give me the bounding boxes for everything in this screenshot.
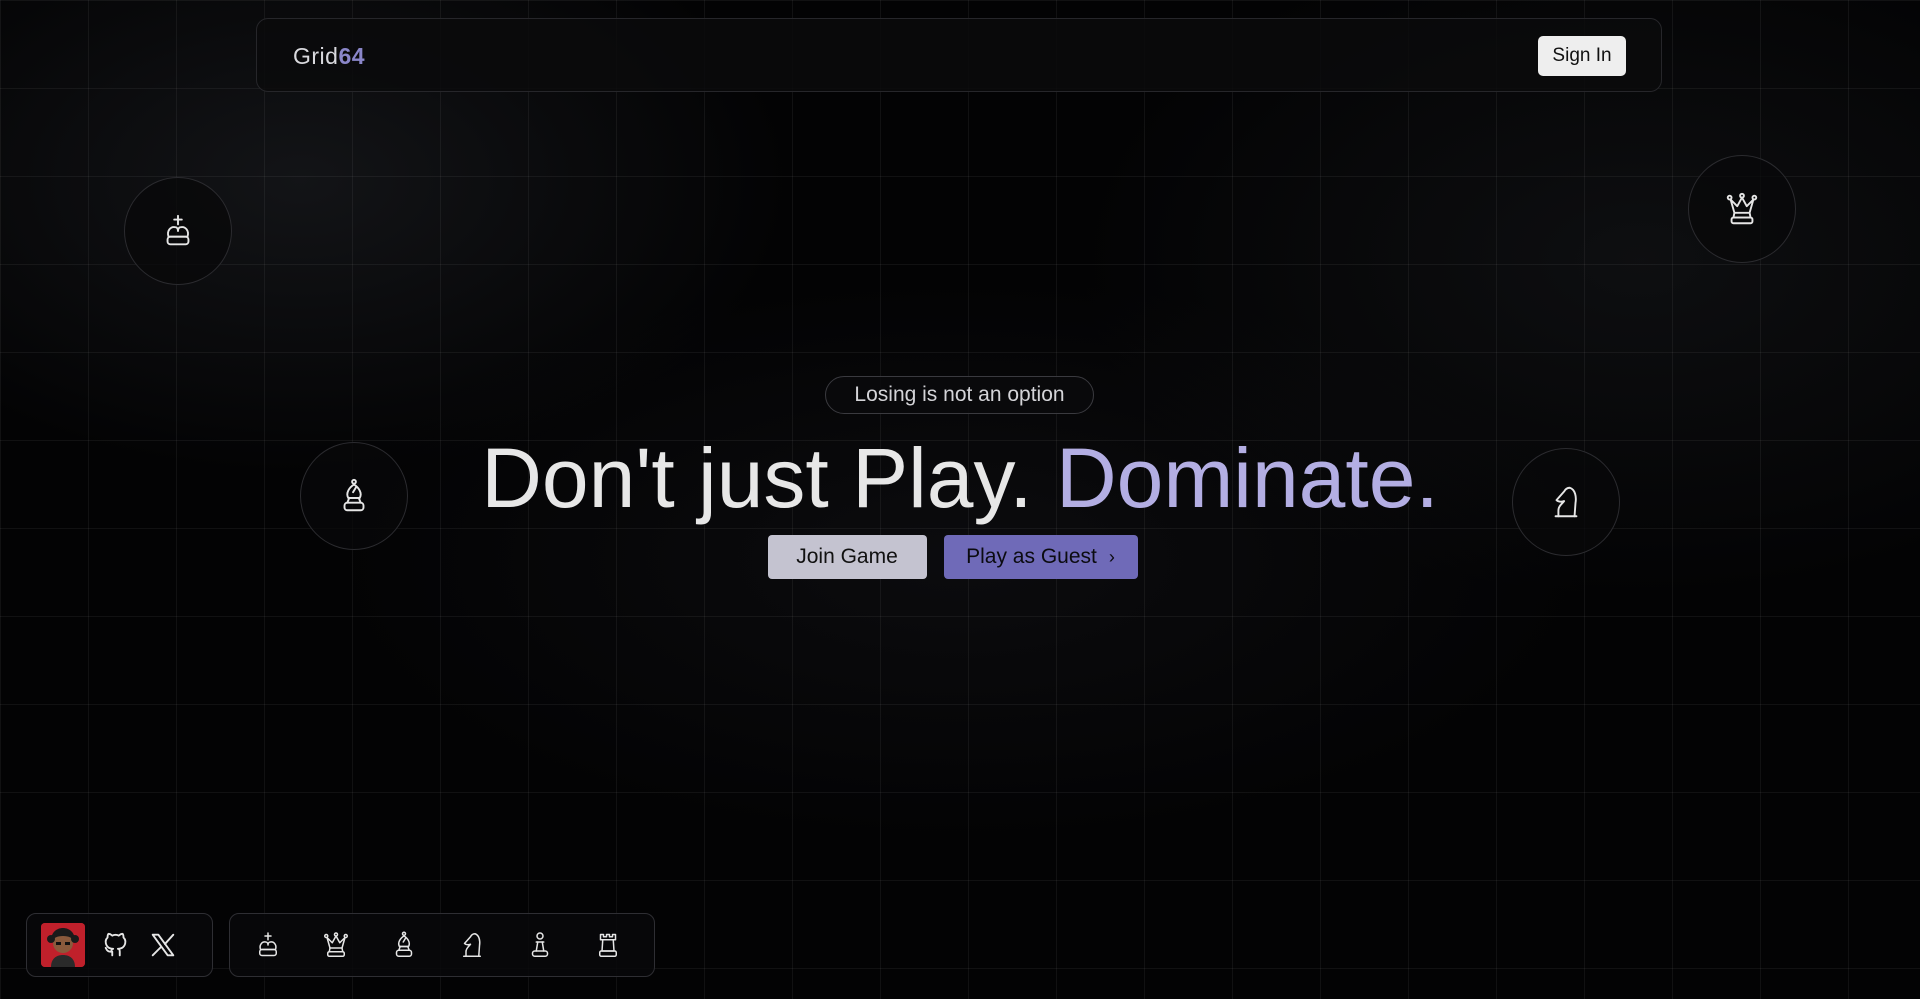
king-icon [253,930,283,960]
logo[interactable]: Grid64 [293,43,365,70]
floating-queen [1688,155,1796,263]
headline-main: Don't just Play. [481,431,1033,525]
dock-pawn[interactable] [524,929,556,961]
github-link[interactable] [100,929,132,961]
hero-headline: Don't just Play. Dominate. [0,428,1920,528]
dock-knight[interactable] [456,929,488,961]
cta-row: Join Game Play as Guest › [0,535,1920,579]
bishop-icon [389,930,419,960]
x-link[interactable] [147,929,179,961]
dock-queen[interactable] [320,929,352,961]
sign-in-button[interactable]: Sign In [1538,36,1626,76]
avatar[interactable] [41,923,85,967]
floating-king [124,177,232,285]
avatar-image [41,923,85,967]
knight-icon [457,930,487,960]
github-icon [104,932,127,957]
play-as-guest-label: Play as Guest [966,545,1097,568]
logo-text: Grid [293,43,339,69]
tagline-badge: Losing is not an option [825,376,1094,414]
join-game-button[interactable]: Join Game [767,535,927,579]
landing-page: Grid64 Sign In Losing is not an option D… [0,0,1920,999]
dock-bishop[interactable] [388,929,420,961]
rook-icon [593,930,623,960]
pieces-dock [229,913,655,977]
headline-accent: Dominate. [1055,431,1439,525]
queen-icon [1723,190,1761,228]
top-nav: Grid64 Sign In [256,18,1662,92]
play-as-guest-button[interactable]: Play as Guest › [943,535,1138,579]
social-dock [26,913,213,977]
logo-accent: 64 [338,43,366,69]
king-icon [159,212,197,250]
dock-king[interactable] [252,929,284,961]
queen-icon [321,930,351,960]
dock-rook[interactable] [592,929,624,961]
x-icon [151,933,175,957]
pawn-icon [525,930,555,960]
chevron-right-icon: › [1108,546,1115,567]
